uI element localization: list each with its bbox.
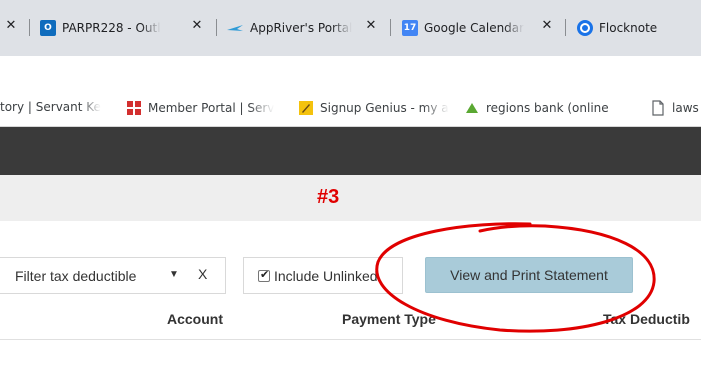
column-header-tax-deductible[interactable]: Tax Deductib — [603, 311, 690, 327]
include-unlinked-checkbox[interactable] — [258, 268, 270, 282]
calendar-icon: 17 — [402, 20, 418, 36]
bookmark-servant[interactable]: tory | Servant Ke — [0, 100, 115, 114]
signup-genius-icon — [298, 100, 314, 116]
bookmark-label: Signup Genius - my a — [320, 101, 449, 115]
member-portal-icon — [126, 100, 142, 116]
bookmark-label: regions bank (online — [486, 101, 609, 115]
tab-outlook[interactable]: O PARPR228 - Outl — [40, 13, 188, 43]
clear-filter-button[interactable]: X — [198, 266, 207, 282]
tab-google-calendar[interactable]: 17 Google Calendar — [402, 13, 538, 43]
bookmark-label: tory | Servant Ke — [0, 100, 101, 114]
page-icon — [650, 100, 666, 116]
tab-label: Google Calendar — [424, 21, 525, 35]
column-header-payment-type[interactable]: Payment Type — [342, 311, 436, 327]
include-unlinked-label: Include Unlinked — [274, 267, 378, 284]
app-header — [0, 127, 701, 175]
filter-label: Filter tax deductible — [15, 267, 137, 284]
tab-close-icon[interactable]: ✕ — [364, 18, 378, 33]
address-row — [0, 56, 701, 89]
flocknote-icon — [577, 20, 593, 36]
tab-label: PARPR228 - Outl — [62, 21, 161, 35]
appriver-icon — [226, 20, 244, 36]
column-header-account[interactable]: Account — [167, 311, 223, 327]
include-unlinked-toggle[interactable]: Include Unlinked — [243, 257, 403, 294]
bookmark-label: laws — [672, 101, 699, 115]
tab-close-icon[interactable]: ✕ — [4, 18, 18, 33]
outlook-icon: O — [40, 20, 56, 36]
tab-separator — [216, 19, 217, 36]
title-band — [0, 175, 701, 221]
tab-separator — [29, 19, 30, 36]
tab-separator — [390, 19, 391, 36]
annotation-label: #3 — [317, 186, 340, 208]
tab-label: AppRiver's Portal — [250, 21, 353, 35]
tab-label: Flocknote — [599, 21, 658, 35]
tab-close-icon[interactable]: ✕ — [540, 18, 554, 33]
dropdown-arrow-icon[interactable]: ▼ — [169, 269, 179, 280]
tab-separator — [565, 19, 566, 36]
tab-close-icon[interactable]: ✕ — [190, 18, 204, 33]
bookmark-member-portal[interactable]: Member Portal | Serv — [126, 100, 274, 116]
bookmark-signup-genius[interactable]: Signup Genius - my a — [298, 100, 450, 116]
bookmark-label: Member Portal | Serv — [148, 101, 274, 115]
tab-flocknote[interactable]: Flocknote — [577, 13, 687, 43]
browser-tab-strip: ✕ O PARPR228 - Outl ✕ AppRiver's Portal … — [0, 0, 701, 56]
tab-appriver[interactable]: AppRiver's Portal — [226, 13, 362, 43]
bookmark-regions-bank[interactable]: regions bank (online — [464, 100, 630, 116]
regions-bank-icon — [464, 100, 480, 116]
bookmark-laws[interactable]: laws — [650, 100, 701, 116]
tax-deductible-filter-select[interactable]: Filter tax deductible ▼ X — [0, 257, 226, 294]
bookmarks-bar: tory | Servant Ke Member Portal | Serv S… — [0, 89, 701, 127]
table-header-divider — [0, 339, 701, 340]
view-print-statement-button[interactable]: View and Print Statement — [425, 257, 633, 293]
